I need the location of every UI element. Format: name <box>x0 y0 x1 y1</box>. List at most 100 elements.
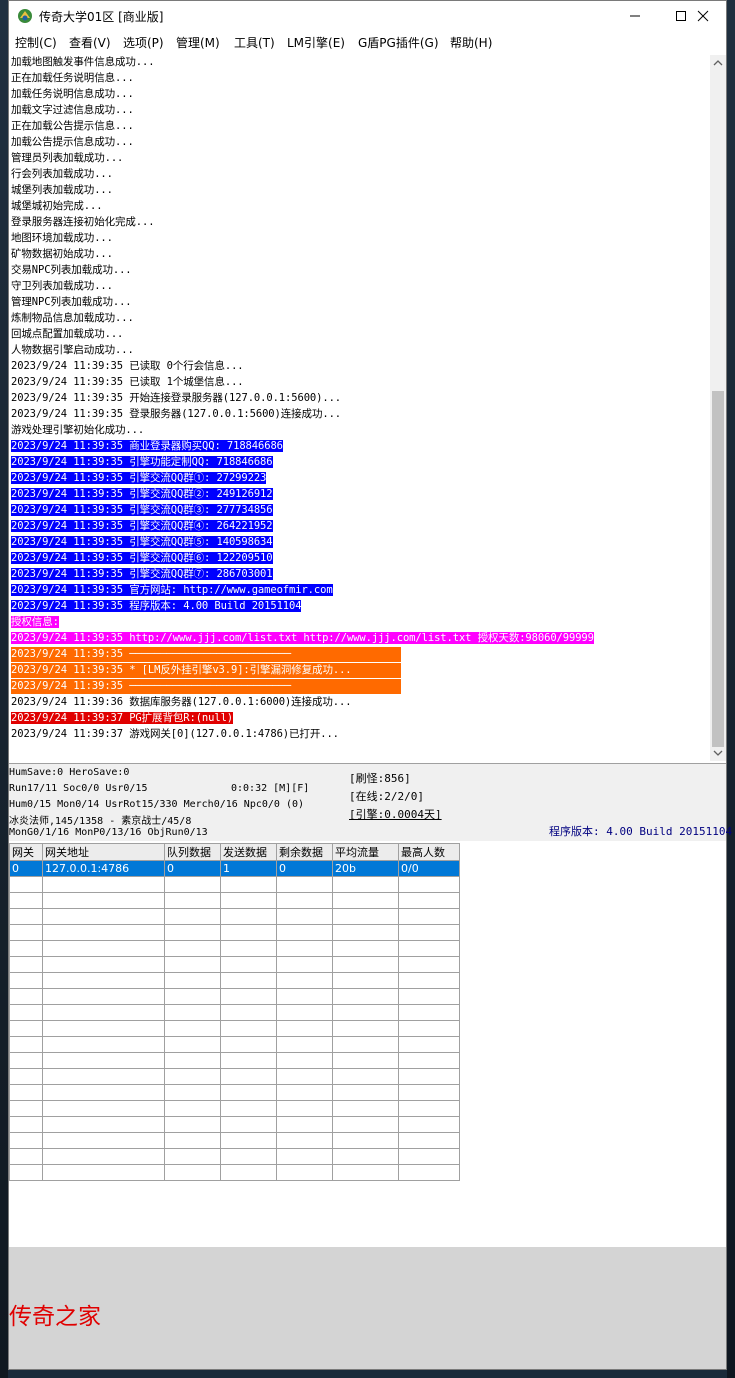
table-row[interactable] <box>9 972 460 989</box>
table-cell <box>9 940 43 957</box>
table-cell <box>42 1020 165 1037</box>
log-line-text: 2023/9/24 11:39:35 引擎交流QQ群⑤: 140598634 <box>11 536 273 548</box>
table-cell <box>164 1004 221 1021</box>
menu-manage[interactable]: 管理(M) <box>176 34 220 51</box>
table-row[interactable] <box>9 1084 460 1101</box>
table-row[interactable] <box>9 924 460 941</box>
menu-view[interactable]: 查看(V) <box>69 34 111 51</box>
title-bar[interactable]: 传奇大学01区 [商业版] <box>9 1 726 31</box>
table-row[interactable] <box>9 1020 460 1037</box>
table-row[interactable]: 0 127.0.0.1:4786 0 1 0 20b 0/0 <box>9 860 460 877</box>
table-cell <box>9 988 43 1005</box>
log-line: 2023/9/24 11:39:35 已读取 1个城堡信息... <box>11 375 244 390</box>
table-cell <box>332 1020 399 1037</box>
table-cell <box>276 876 333 893</box>
table-row[interactable] <box>9 876 460 893</box>
log-line: 2023/9/24 11:39:35 引擎交流QQ群②: 249126912 <box>11 487 273 502</box>
table-cell <box>42 1100 165 1117</box>
log-line-text: 2023/9/24 11:39:35 登录服务器(127.0.0.1:5600)… <box>11 408 342 420</box>
log-line-text: 炼制物品信息加载成功... <box>11 312 134 324</box>
table-cell <box>276 908 333 925</box>
column-header[interactable]: 平均流量 <box>332 843 399 861</box>
status-engine[interactable]: [引擎:0.0004天] <box>349 806 442 822</box>
log-line-text: 2023/9/24 11:39:35 已读取 0个行会信息... <box>11 360 244 372</box>
table-cell <box>42 892 165 909</box>
table-cell <box>332 1004 399 1021</box>
table-cell <box>164 1052 221 1069</box>
close-button[interactable] <box>680 1 726 31</box>
table-cell <box>276 940 333 957</box>
table-cell <box>276 1084 333 1101</box>
table-cell <box>276 956 333 973</box>
log-scrollbar[interactable] <box>710 55 726 761</box>
log-line: 加载地图触发事件信息成功... <box>11 55 155 70</box>
log-line-text: 地图环境加载成功... <box>11 232 113 244</box>
table-cell <box>276 1100 333 1117</box>
menu-help[interactable]: 帮助(H) <box>450 34 492 51</box>
table-row[interactable] <box>9 892 460 909</box>
log-line-text: 管理员列表加载成功... <box>11 152 124 164</box>
column-header[interactable]: 网关地址 <box>42 843 165 861</box>
table-row[interactable] <box>9 956 460 973</box>
log-line-text: 2023/9/24 11:39:35 引擎功能定制QQ: 718846686 <box>11 456 273 468</box>
table-cell <box>398 1068 460 1085</box>
table-cell <box>164 924 221 941</box>
table-cell <box>332 956 399 973</box>
log-output[interactable]: 加载地图触发事件信息成功... 正在加载任务说明信息... 加载任务说明信息成功..… <box>9 55 710 761</box>
log-line-text: 城堡城初始完成... <box>11 200 103 212</box>
scroll-down-button[interactable] <box>710 745 726 761</box>
table-row[interactable] <box>9 1004 460 1021</box>
log-line-text: 行会列表加载成功... <box>11 168 113 180</box>
table-row[interactable] <box>9 908 460 925</box>
table-row[interactable] <box>9 1068 460 1085</box>
column-header[interactable]: 发送数据 <box>220 843 277 861</box>
log-line-text: 回城点配置加载成功... <box>11 328 124 340</box>
log-line: 2023/9/24 11:39:35 引擎交流QQ群⑥: 122209510 <box>11 551 273 566</box>
log-line: 守卫列表加载成功... <box>11 279 113 294</box>
menu-gshield-pg-plugin[interactable]: G盾PG插件(G) <box>358 34 439 51</box>
log-line: 2023/9/24 11:39:35 ─────────────────────… <box>11 647 401 662</box>
menu-tools[interactable]: 工具(T) <box>234 34 275 51</box>
menu-control[interactable]: 控制(C) <box>15 34 57 51</box>
log-line-text: 2023/9/24 11:39:35 已读取 1个城堡信息... <box>11 376 244 388</box>
table-row[interactable] <box>9 940 460 957</box>
table-cell <box>220 940 277 957</box>
menu-lm-engine[interactable]: LM引擎(E) <box>287 34 345 51</box>
table-cell <box>9 1004 43 1021</box>
table-row[interactable] <box>9 1052 460 1069</box>
log-line-text: 2023/9/24 11:39:35 引擎交流QQ群②: 249126912 <box>11 488 273 500</box>
table-row[interactable] <box>9 1036 460 1053</box>
log-line-text: 交易NPC列表加载成功... <box>11 264 132 276</box>
table-row[interactable] <box>9 988 460 1005</box>
table-cell <box>220 1116 277 1133</box>
scroll-thumb[interactable] <box>712 391 724 747</box>
column-header[interactable]: 网关 <box>9 843 43 861</box>
log-line: 2023/9/24 11:39:35 引擎交流QQ群⑦: 286703001 <box>11 567 273 582</box>
table-cell <box>332 988 399 1005</box>
table-row[interactable] <box>9 1116 460 1133</box>
table-cell <box>398 988 460 1005</box>
gateway-table[interactable]: 网关 网关地址 队列数据 发送数据 剩余数据 平均流量 最高人数 0 127.0.0.1:47… <box>9 843 460 1181</box>
desktop-background-left <box>0 0 8 1378</box>
table-row[interactable] <box>9 1164 460 1181</box>
table-cell <box>220 1100 277 1117</box>
column-header[interactable]: 队列数据 <box>164 843 221 861</box>
status-humsave: HumSave:0 HeroSave:0 <box>9 767 130 778</box>
table-cell <box>42 876 165 893</box>
scroll-up-button[interactable] <box>710 55 726 71</box>
log-line-text: 加载任务说明信息成功... <box>11 88 134 100</box>
table-cell <box>220 876 277 893</box>
table-row[interactable] <box>9 1132 460 1149</box>
table-cell <box>398 1084 460 1101</box>
log-line-text: 守卫列表加载成功... <box>11 280 113 292</box>
table-cell <box>42 1164 165 1181</box>
table-cell <box>9 1132 43 1149</box>
log-line-text: 2023/9/24 11:39:35 引擎交流QQ群④: 264221952 <box>11 520 273 532</box>
table-row[interactable] <box>9 1148 460 1165</box>
table-cell <box>276 972 333 989</box>
menu-options[interactable]: 选项(P) <box>123 34 164 51</box>
table-row[interactable] <box>9 1100 460 1117</box>
column-header[interactable]: 剩余数据 <box>276 843 333 861</box>
minimize-button[interactable] <box>612 1 658 31</box>
column-header[interactable]: 最高人数 <box>398 843 460 861</box>
